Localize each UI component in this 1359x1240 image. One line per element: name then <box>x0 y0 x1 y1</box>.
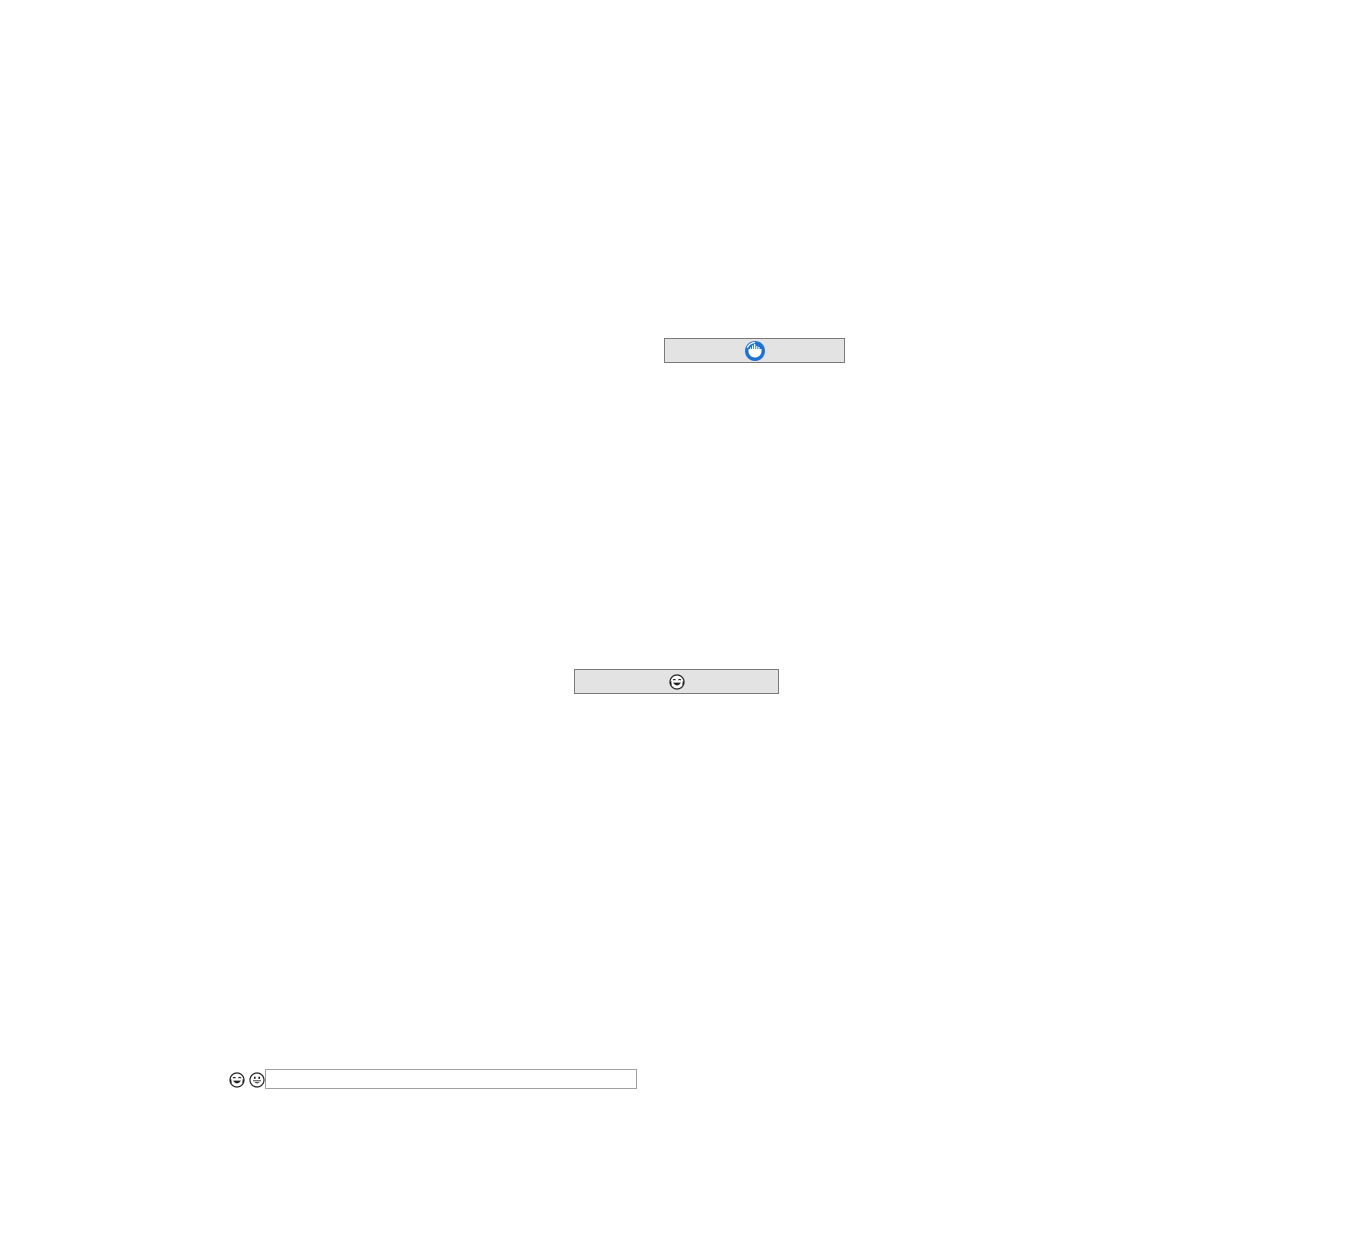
blue-icon-button[interactable] <box>664 338 845 363</box>
face-with-tears-of-joy-icon[interactable] <box>229 1072 245 1088</box>
grinning-face-with-big-eyes-icon[interactable] <box>249 1072 265 1088</box>
face-with-tears-of-joy-icon <box>668 673 685 690</box>
text-input[interactable] <box>265 1069 637 1089</box>
blue-cityscape-circle-icon <box>744 340 765 361</box>
emoji-button[interactable] <box>574 669 779 694</box>
